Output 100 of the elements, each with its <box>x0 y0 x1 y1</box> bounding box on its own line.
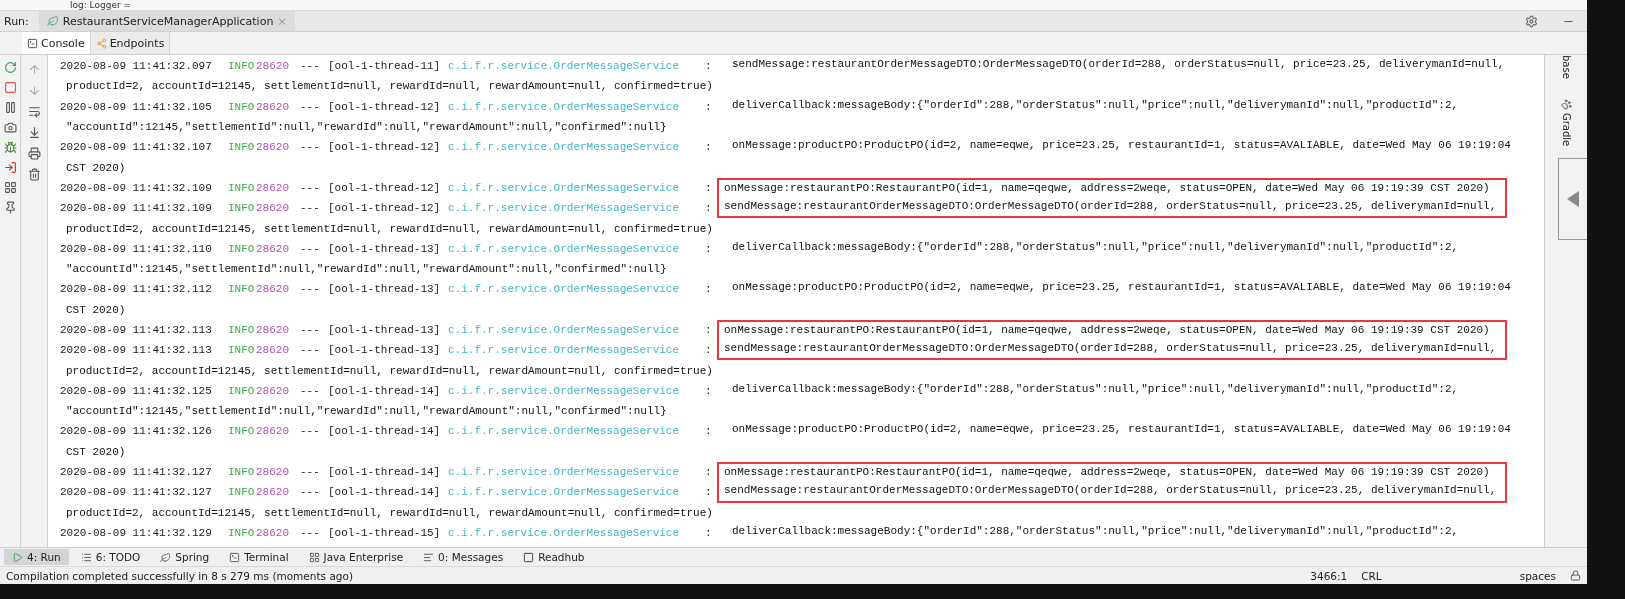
log-message: sendMessage:restaurantOrderMessageDTO:OrderMessageDTO(orderId=288, orderStatus=null, price=23.25, deliverymanId=null, <box>731 57 1505 72</box>
log-pid: 28620 <box>256 202 290 215</box>
log-level: INFO <box>228 526 256 539</box>
tool-window-button[interactable]: 6: TODO <box>72 549 149 565</box>
log-pid: 28620 <box>256 384 290 397</box>
pause-icon[interactable] <box>3 101 17 114</box>
log-line: "accountId":12145,"settlementId":null,"rewardId":null,"rewardAmount":null,"confirmed":null} <box>65 405 667 418</box>
log-colon: : <box>705 283 713 296</box>
log-colon: : <box>705 466 713 479</box>
bug-icon[interactable] <box>3 141 17 154</box>
log-separator: --- <box>300 60 321 73</box>
code-fragment: log: Logger = <box>70 0 132 10</box>
trash-icon[interactable] <box>27 168 41 181</box>
log-pid: 28620 <box>256 141 290 154</box>
side-panel-tab[interactable]: base <box>1560 55 1572 79</box>
print-icon[interactable] <box>27 147 41 160</box>
log-pid: 28620 <box>256 100 290 113</box>
log-level: INFO <box>228 181 256 194</box>
terminal-icon <box>229 551 241 563</box>
camera-icon[interactable] <box>3 121 17 134</box>
log-level: INFO <box>228 466 256 479</box>
status-message: Compilation completed successfully in 8 s 279 ms (moments ago) <box>6 569 353 582</box>
log-thread: [ool-1-thread-12] <box>328 141 442 154</box>
console-tab[interactable]: Endpoints <box>90 32 171 54</box>
log-line: productId=2, accountId=12145, settlementId=null, rewardId=null, rewardAmount=null, confirmed=true) <box>65 222 713 235</box>
soft-wrap-icon[interactable] <box>27 105 41 118</box>
log-timestamp: 2020-08-09 11:41:32.107 <box>60 141 213 154</box>
log-level: INFO <box>228 60 256 73</box>
tool-window-button[interactable]: 4: Run <box>4 549 69 565</box>
stop-icon[interactable] <box>3 81 17 94</box>
log-colon: : <box>705 141 713 154</box>
log-message: deliverCallback:messageBody:{"orderId":288,"orderStatus":null,"price":null,"deliverymanId":null,"productId":2, <box>731 239 1459 255</box>
log-colon: : <box>705 324 713 336</box>
log-pid: 28620 <box>256 283 290 296</box>
tool-window-button[interactable]: Readhub <box>515 549 593 565</box>
log-thread: [ool-1-thread-14] <box>328 466 442 479</box>
layout-icon[interactable] <box>3 181 17 194</box>
log-thread: [ool-1-thread-13] <box>328 242 442 255</box>
log-logger: c.i.f.r.service.OrderMessageService <box>448 242 681 255</box>
log-separator: --- <box>300 344 321 357</box>
log-pid: 28620 <box>256 60 290 73</box>
collapse-button[interactable] <box>1557 158 1587 241</box>
rerun-icon[interactable] <box>3 61 17 74</box>
log-separator: --- <box>300 242 321 255</box>
log-colon: : <box>705 486 713 499</box>
log-message: onMessage:restaurantPO:RestaurantPO(id=1, name=qeqwe, address=2weqe, status=OPEN, date=Wed May 06 19:19:39 CST 2020) <box>717 177 1507 199</box>
log-logger: c.i.f.r.service.OrderMessageService <box>448 466 681 479</box>
log-level: INFO <box>228 425 256 438</box>
pin-icon[interactable] <box>3 201 17 214</box>
log-thread: [ool-1-thread-11] <box>328 60 442 73</box>
log-thread: [ool-1-thread-13] <box>328 324 442 336</box>
log-line: CST 2020) <box>65 445 126 458</box>
log-level: INFO <box>228 141 256 154</box>
log-separator: --- <box>300 202 321 215</box>
play-icon <box>12 551 23 563</box>
log-message: onMessage:productPO:ProductPO(id=2, name=eqwe, price=23.25, restaurantId=1, status=AVALIABLE, date=Wed May 06 19:19:04 <box>731 280 1511 296</box>
run-config-tab[interactable]: RestaurantServiceManagerApplication × <box>38 11 295 31</box>
tool-window-button[interactable]: Spring <box>152 549 218 565</box>
log-level: INFO <box>228 283 256 296</box>
settings-icon[interactable] <box>1525 14 1538 28</box>
log-message: deliverCallback:messageBody:{"orderId":288,"orderStatus":null,"price":null,"deliverymanId":null,"productId":2, <box>731 97 1459 113</box>
log-separator: --- <box>300 100 321 113</box>
tool-window-button[interactable]: Terminal <box>221 549 297 565</box>
log-thread: [ool-1-thread-15] <box>328 526 442 539</box>
scroll-to-end-icon[interactable] <box>27 126 41 139</box>
log-separator: --- <box>300 384 321 397</box>
log-timestamp: 2020-08-09 11:41:32.105 <box>60 100 213 113</box>
exit-icon[interactable] <box>3 161 17 174</box>
log-line: CST 2020) <box>65 161 126 174</box>
lock-icon[interactable] <box>1570 570 1581 581</box>
log-colon: : <box>705 100 713 113</box>
log-thread: [ool-1-thread-13] <box>328 344 442 357</box>
log-message: deliverCallback:messageBody:{"orderId":288,"orderStatus":null,"price":null,"deliverymanId":null,"productId":2, <box>731 381 1459 397</box>
side-panel-tab[interactable]: Gradle <box>1560 112 1572 147</box>
log-pid: 28620 <box>256 344 290 357</box>
log-line: productId=2, accountId=12145, settlementId=null, rewardId=null, rewardAmount=null, confirmed=true) <box>65 364 713 377</box>
log-level: INFO <box>228 202 256 215</box>
log-timestamp: 2020-08-09 11:41:32.097 <box>60 60 213 73</box>
log-logger: c.i.f.r.service.OrderMessageService <box>448 141 681 154</box>
log-separator: --- <box>300 283 321 296</box>
log-timestamp: 2020-08-09 11:41:32.125 <box>60 384 213 397</box>
run-label: Run: <box>4 14 29 28</box>
log-message: sendMessage:restaurantOrderMessageDTO:OrderMessageDTO(orderId=288, orderStatus=null, price=23.25, deliverymanId=null, <box>717 482 1507 503</box>
log-logger: c.i.f.r.service.OrderMessageService <box>448 60 681 73</box>
log-timestamp: 2020-08-09 11:41:32.109 <box>60 181 213 194</box>
log-separator: --- <box>300 141 321 154</box>
log-thread: [ool-1-thread-14] <box>328 425 442 438</box>
list-icon <box>80 551 92 563</box>
tool-window-button[interactable]: 0: Messages <box>415 549 512 565</box>
tool-window-button[interactable]: Java Enterprise <box>300 549 412 565</box>
log-timestamp: 2020-08-09 11:41:32.127 <box>60 466 213 479</box>
log-timestamp: 2020-08-09 11:41:32.129 <box>60 526 213 539</box>
caret-position[interactable]: 3466:1 <box>1310 569 1348 582</box>
log-level: INFO <box>228 242 256 255</box>
console-tab[interactable]: Console <box>22 32 91 54</box>
line-separator[interactable]: CRL <box>1361 569 1382 582</box>
log-pid: 28620 <box>256 466 290 479</box>
log-message: onMessage:productPO:ProductPO(id=2, name=eqwe, price=23.25, restaurantId=1, status=AVALIABLE, date=Wed May 06 19:19:04 <box>731 422 1511 438</box>
indent-setting[interactable]: spaces <box>1519 569 1556 582</box>
log-message: onMessage:restaurantPO:RestaurantPO(id=1, name=qeqwe, address=2weqe, status=OPEN, date=Wed May 06 19:19:39 CST 2020) <box>717 319 1507 341</box>
